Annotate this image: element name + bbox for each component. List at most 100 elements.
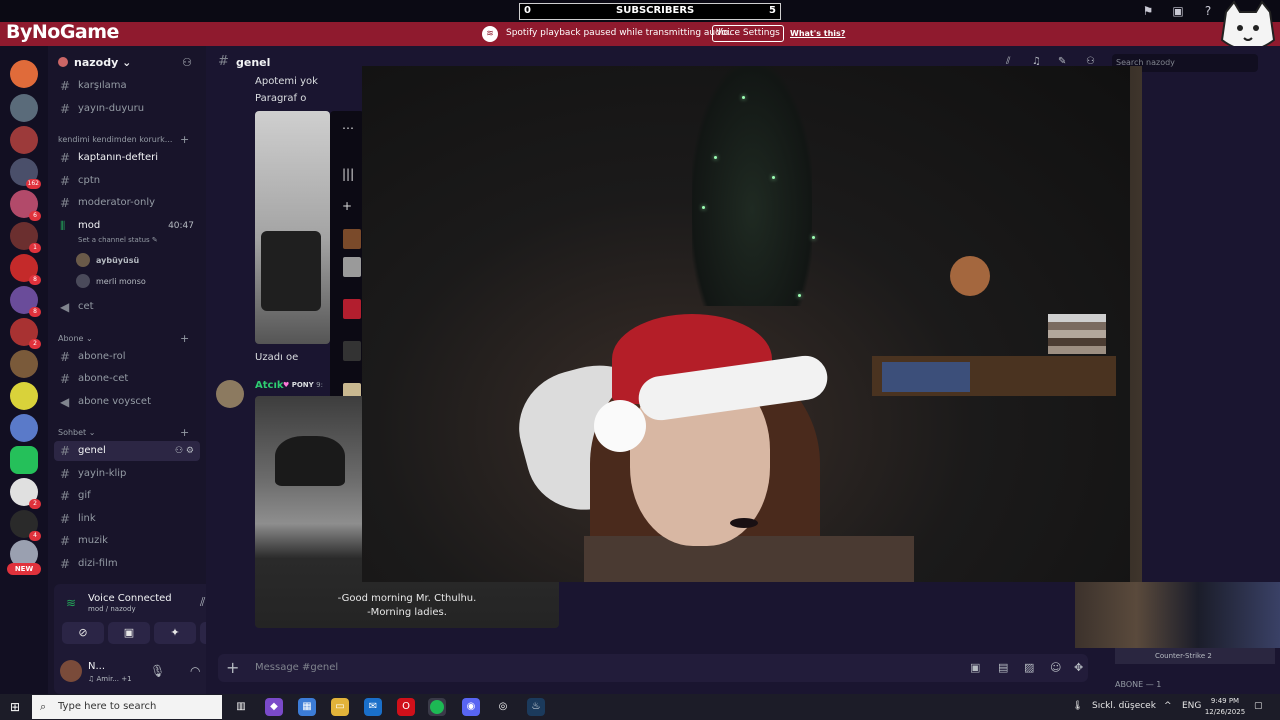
server-icon[interactable]: 8 (10, 286, 41, 317)
channel-muzik[interactable]: # muzik (54, 531, 200, 551)
message-author[interactable]: Atcık (255, 380, 284, 391)
voice-user[interactable]: merli monso (76, 274, 146, 288)
outlook-icon[interactable]: ✉ (364, 698, 382, 716)
attach-icon[interactable]: + (226, 658, 239, 677)
server-icon[interactable] (10, 60, 38, 88)
channel-moderator-only[interactable]: # moderator-only (54, 193, 200, 213)
server-icon[interactable]: 162 (10, 158, 41, 189)
noise-suppression-icon[interactable]: ⫽ (200, 595, 205, 610)
category-abone[interactable]: Abone ⌄ + (58, 332, 189, 345)
user-name[interactable]: N... (88, 661, 105, 672)
channel-yayin-klip[interactable]: # yayin-klip (54, 464, 200, 484)
camera-off-icon[interactable]: ⊘ (62, 622, 104, 644)
inbox-flag-icon[interactable]: ⚑ (1140, 3, 1156, 19)
channel-yayin-duyuru[interactable]: # yayın-duyuru (54, 99, 200, 119)
taskbar-clock[interactable]: 9:49 PM 12/26/2025 (1204, 696, 1246, 718)
store-icon[interactable]: ▦ (298, 698, 316, 716)
whats-this-link[interactable]: What's this? (790, 29, 845, 38)
category-kendimi[interactable]: kendimi kendimden korurk... + (58, 133, 189, 146)
channel-dizi-film[interactable]: # dizi-film (54, 554, 200, 574)
hash-icon: # (60, 196, 71, 210)
new-pill[interactable]: NEW (7, 563, 41, 575)
file-explorer-icon[interactable]: ▭ (331, 698, 349, 716)
activities-icon[interactable]: ✦ (154, 622, 196, 644)
more-icon[interactable]: ⋯ (342, 121, 354, 135)
server-icon[interactable] (10, 126, 38, 154)
avatar[interactable] (60, 660, 82, 682)
channel-kaptanin-defteri[interactable]: # kaptanın-defteri (54, 148, 200, 168)
windows-start-icon[interactable]: ⊞ (10, 700, 20, 714)
spotify-taskbar-icon[interactable] (428, 698, 446, 716)
thumbnail[interactable] (343, 341, 361, 361)
language-indicator[interactable]: ENG (1182, 701, 1201, 711)
avatar[interactable] (216, 380, 244, 408)
server-icon[interactable]: 2 (10, 478, 41, 509)
channel-abone-rol[interactable]: # abone-rol (54, 347, 200, 367)
server-icon[interactable]: 1 (10, 222, 41, 253)
discord-icon[interactable]: ◉ (462, 698, 480, 716)
voice-user[interactable]: aybüyüsü (76, 253, 139, 267)
add-icon[interactable]: + (342, 199, 352, 213)
thumbnail[interactable] (343, 299, 361, 319)
screen-share-icon[interactable]: ▣ (1170, 3, 1186, 19)
server-icon[interactable]: 4 (10, 510, 41, 541)
headphones-icon[interactable]: ◠ (190, 664, 200, 678)
add-channel-icon[interactable]: + (180, 426, 189, 439)
channel-abone-cet[interactable]: # abone-cet (54, 369, 200, 389)
channel-karsilama[interactable]: # karşılama (54, 76, 200, 96)
add-channel-icon[interactable]: + (180, 133, 189, 146)
channel-link[interactable]: # link (54, 509, 200, 529)
microphone-icon[interactable]: 🎙 (150, 664, 165, 678)
invite-icon[interactable]: ⚇ (182, 56, 192, 69)
taskbar-search[interactable]: ⌕ Type here to search (32, 695, 222, 719)
copilot-icon[interactable]: ◆ (265, 698, 283, 716)
member-activity[interactable]: Counter-Strike 2 (1115, 648, 1275, 664)
server-icon[interactable] (10, 350, 38, 378)
help-icon[interactable]: ? (1200, 3, 1216, 19)
emoji-icon[interactable]: ☺ (1050, 661, 1061, 674)
weather-text[interactable]: Sıckl. düşecek (1092, 701, 1156, 711)
gif-icon[interactable]: ▤ (998, 661, 1008, 674)
channel-genel[interactable]: # genel ⚇ ⚙ (54, 441, 200, 461)
message-composer[interactable]: + Message #genel ▣ ▤ ▨ ☺ ✥ (218, 654, 1088, 682)
opera-icon[interactable]: O (397, 698, 415, 716)
tree-light (798, 294, 801, 297)
server-icon[interactable]: 6 (10, 190, 41, 221)
thumbnail[interactable] (343, 229, 361, 249)
voice-settings-button[interactable]: Voice Settings (712, 25, 784, 42)
server-icon[interactable]: 2 (10, 318, 41, 349)
channel-gif[interactable]: # gif (54, 486, 200, 506)
tray-chevron-icon[interactable]: ^ (1164, 701, 1172, 711)
weather-icon[interactable]: 🌡 (1072, 701, 1083, 711)
server-icon[interactable]: 8 (10, 254, 41, 285)
channel-cptn[interactable]: # cptn (54, 171, 200, 191)
steam-icon[interactable]: ♨ (527, 698, 545, 716)
books-shape (1048, 314, 1106, 354)
voice-channel-abone-voyscet[interactable]: ◀ abone voyscet (54, 392, 200, 412)
category-sohbet[interactable]: Sohbet ⌄ + (58, 426, 189, 439)
sticker-icon[interactable]: ▨ (1024, 661, 1034, 674)
voice-connected-sub[interactable]: mod / nazody (88, 605, 136, 613)
thumbnail[interactable] (343, 257, 361, 277)
category-label: Sohbet (58, 428, 87, 437)
server-icon[interactable] (10, 414, 38, 442)
voice-channel-mod[interactable]: ⦀ mod 40:47 (54, 216, 200, 236)
server-icon[interactable] (10, 382, 38, 410)
channel-status-prompt[interactable]: Set a channel status ✎ (78, 236, 158, 244)
task-view-icon[interactable]: ▥ (232, 698, 250, 716)
voice-channel-cet[interactable]: ◀ cet (54, 297, 200, 317)
message-image[interactable] (255, 111, 330, 344)
screen-share-icon[interactable]: ▣ (108, 622, 150, 644)
apps-icon[interactable]: ✥ (1074, 661, 1083, 674)
channel-settings-icon[interactable]: ⚇ ⚙ (175, 441, 194, 461)
channel-label: link (78, 513, 96, 524)
gift-icon[interactable]: ▣ (970, 661, 980, 674)
server-header[interactable]: nazody ⌄ (58, 56, 131, 69)
server-icon[interactable] (10, 446, 38, 474)
bars-icon[interactable]: ||| (342, 167, 354, 181)
notification-icon[interactable]: ▢ (1254, 701, 1263, 711)
server-icon[interactable] (10, 94, 38, 122)
obs-icon[interactable]: ◎ (494, 698, 512, 716)
add-channel-icon[interactable]: + (180, 332, 189, 345)
search-icon: ⌕ (40, 700, 47, 713)
